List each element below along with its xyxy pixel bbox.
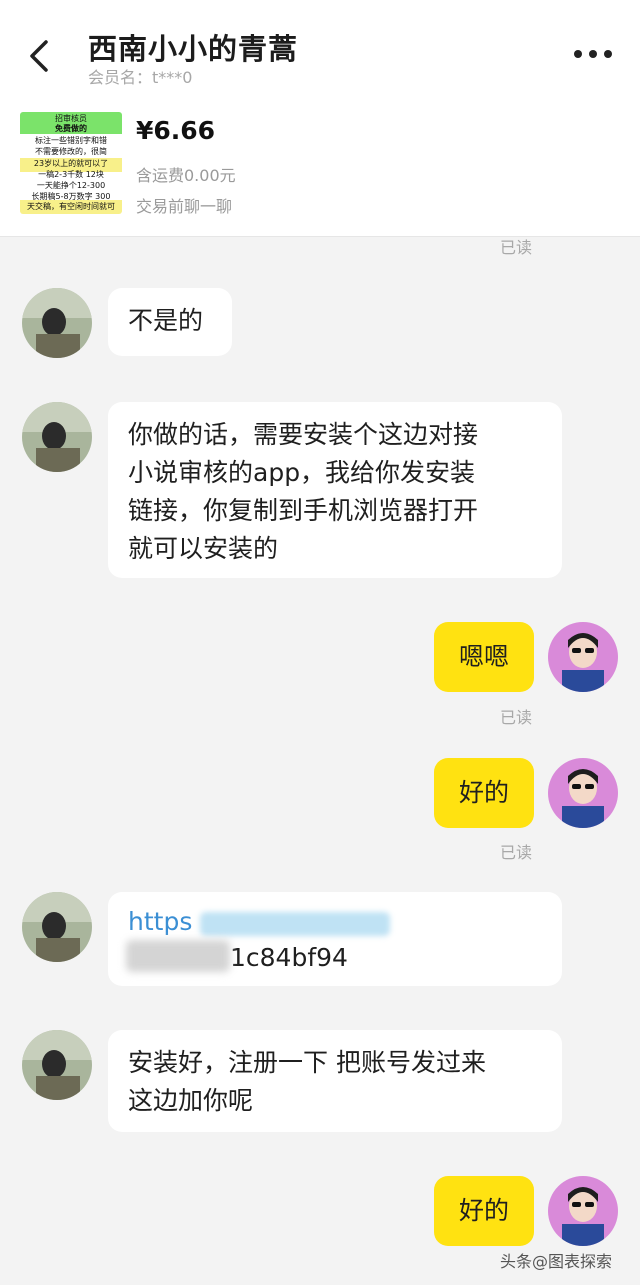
message-bubble-outgoing[interactable]: 好的 (434, 758, 534, 828)
item-thumbnail[interactable]: 招审核员 免费做的 标注一些错别字和错 不需要修改的，很简 23岁以上的就可以了… (20, 112, 122, 214)
contact-avatar-image (22, 1030, 92, 1100)
contact-name: 西南小小的青蒿 (88, 32, 299, 66)
contact-avatar[interactable] (22, 1030, 92, 1100)
thumb-text: 不需要修改的，很简 (35, 147, 107, 156)
message-text: 这边加你呢 (128, 1086, 254, 1115)
thumb-text: 长期稿5-8万数字 300 (31, 192, 111, 201)
read-receipt: 已读 (500, 708, 533, 727)
chevron-left-icon (30, 40, 48, 72)
read-receipt: 已读 (500, 843, 533, 862)
message-text: 就可以安装的 (128, 534, 279, 563)
user-avatar-image (548, 622, 618, 692)
user-avatar[interactable] (548, 622, 618, 692)
chat-hint: 交易前聊一聊 (136, 197, 233, 216)
message-text: 不是的 (128, 306, 204, 335)
chat-header: 西南小小的青蒿 会员名：t***0 招审核员 免费做的 标注一些错别字和错 不需… (0, 0, 640, 237)
contact-avatar[interactable] (22, 288, 92, 358)
thumb-text: 一稿2-3千数 12块 (38, 170, 104, 179)
message-text: 1c84bf94 (230, 943, 348, 972)
thumb-text: 招审核员 (55, 114, 87, 123)
back-button[interactable] (22, 30, 62, 80)
user-avatar[interactable] (548, 1176, 618, 1246)
member-name: 会员名：t***0 (88, 68, 193, 87)
message-bubble-incoming[interactable]: 不是的 (108, 288, 232, 356)
shipping-info: 含运费0.00元 (136, 166, 236, 185)
message-text: 链接，你复制到手机浏览器打开 (128, 496, 479, 525)
thumb-text: 免费做的 (55, 124, 87, 133)
contact-avatar[interactable] (22, 402, 92, 472)
link-text[interactable]: https (128, 907, 192, 936)
message-text: 好的 (458, 778, 509, 807)
message-bubble-outgoing[interactable]: 嗯嗯 (434, 622, 534, 692)
message-text: 好的 (458, 1196, 509, 1225)
redacted-link (126, 940, 230, 972)
thumb-text: 一天能挣个12-300 (36, 181, 106, 190)
user-avatar-image (548, 1176, 618, 1246)
message-text: 安装好，注册一下 把账号发过来 (128, 1048, 486, 1077)
contact-avatar-image (22, 892, 92, 962)
item-price: ¥6.66 (136, 116, 216, 145)
message-text: 嗯嗯 (458, 642, 509, 671)
thumb-text: 标注一些错别字和错 (35, 136, 107, 145)
more-button[interactable] (574, 44, 614, 64)
message-bubble-incoming[interactable]: 安装好，注册一下 把账号发过来 这边加你呢 (108, 1030, 562, 1132)
redacted-link (200, 912, 390, 936)
contact-avatar-image (22, 402, 92, 472)
message-bubble-outgoing[interactable]: 好的 (434, 1176, 534, 1246)
message-text: 你做的话，需要安装个这边对接 (128, 420, 479, 449)
message-bubble-incoming[interactable]: 你做的话，需要安装个这边对接 小说审核的app，我给你发安装 链接，你复制到手机… (108, 402, 562, 578)
watermark: 头条@图表探索 (500, 1252, 613, 1271)
contact-avatar[interactable] (22, 892, 92, 962)
more-dots-icon (574, 50, 582, 58)
user-avatar-image (548, 758, 618, 828)
contact-avatar-image (22, 288, 92, 358)
thumb-text: 天交稿，有空闲时间就可 (27, 202, 115, 211)
thumb-text: 23岁以上的就可以了 (33, 159, 109, 168)
message-text: 小说审核的app，我给你发安装 (128, 458, 476, 487)
user-avatar[interactable] (548, 758, 618, 828)
read-receipt: 已读 (500, 238, 533, 257)
